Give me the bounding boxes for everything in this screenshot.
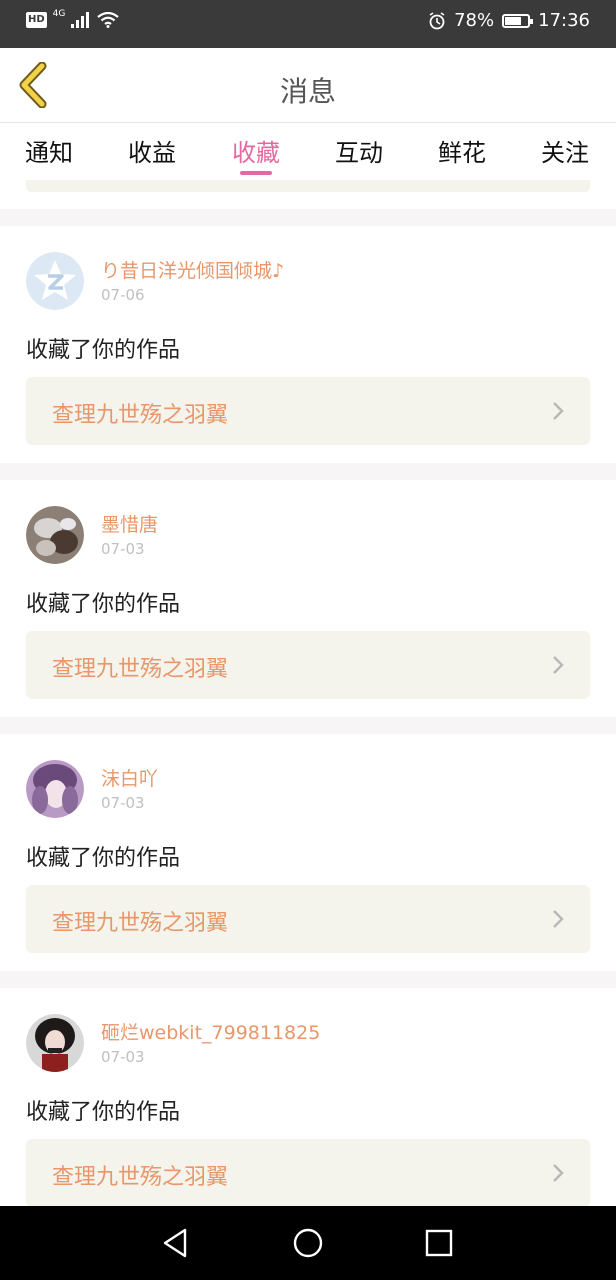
network-type: 4G xyxy=(52,9,66,19)
avatar[interactable] xyxy=(26,760,84,818)
notification-card: 砸烂webkit_799811825 07-03 收藏了你的作品 查理九世殇之羽… xyxy=(0,988,616,1225)
notification-card: り昔日洋光倾国倾城♪ 07-06 收藏了你的作品 查理九世殇之羽翼 xyxy=(0,226,616,463)
alarm-icon xyxy=(429,11,445,29)
work-title: 查理九世殇之羽翼 xyxy=(52,911,229,936)
tab-follow[interactable]: 关注 xyxy=(541,133,589,168)
chevron-right-icon xyxy=(553,910,564,928)
active-tab-indicator xyxy=(240,171,272,175)
notification-card: 沫白吖 07-03 收藏了你的作品 查理九世殇之羽翼 xyxy=(0,734,616,971)
tab-favorites[interactable]: 收藏 xyxy=(232,133,280,168)
timestamp: 07-03 xyxy=(101,794,145,812)
work-link[interactable]: 查理九世殇之羽翼 xyxy=(26,377,590,445)
chevron-right-icon xyxy=(553,656,564,674)
action-text: 收藏了你的作品 xyxy=(26,846,181,871)
user-avatar-image xyxy=(26,506,84,564)
back-triangle-icon[interactable] xyxy=(159,1226,193,1260)
default-avatar-icon xyxy=(26,252,84,310)
timestamp: 07-06 xyxy=(101,286,145,304)
app-header: 消息 xyxy=(0,48,616,123)
avatar[interactable] xyxy=(26,506,84,564)
work-link[interactable]: 查理九世殇之羽翼 xyxy=(26,631,590,699)
action-text: 收藏了你的作品 xyxy=(26,338,181,363)
work-title: 查理九世殇之羽翼 xyxy=(52,403,229,428)
hd-badge: HD xyxy=(26,12,47,28)
user-avatar-image xyxy=(26,1014,84,1072)
action-text: 收藏了你的作品 xyxy=(26,592,181,617)
work-link[interactable]: 查理九世殇之羽翼 xyxy=(26,1139,590,1207)
user-avatar-image xyxy=(26,760,84,818)
tab-interaction[interactable]: 互动 xyxy=(335,133,383,168)
signal-icon xyxy=(71,12,90,28)
chevron-right-icon xyxy=(553,402,564,420)
status-bar: HD 4G 78% 17:36 xyxy=(0,0,616,48)
work-title: 查理九世殇之羽翼 xyxy=(52,1165,229,1190)
tab-bar: 通知 收益 收藏 互动 鲜花 关注 xyxy=(0,123,616,185)
recents-square-icon[interactable] xyxy=(422,1226,456,1260)
timestamp: 07-03 xyxy=(101,540,145,558)
avatar[interactable] xyxy=(26,1014,84,1072)
battery-percent: 78% xyxy=(454,10,495,31)
tab-flowers[interactable]: 鲜花 xyxy=(438,133,486,168)
page-title: 消息 xyxy=(279,75,336,108)
wifi-icon xyxy=(97,12,120,28)
previous-work-box-edge xyxy=(26,180,590,192)
username[interactable]: り昔日洋光倾国倾城♪ xyxy=(101,256,284,283)
battery-icon xyxy=(502,13,534,28)
tab-earnings[interactable]: 收益 xyxy=(128,133,176,168)
system-nav-bar xyxy=(0,1206,616,1280)
home-circle-icon[interactable] xyxy=(291,1226,325,1260)
chevron-right-icon xyxy=(553,1164,564,1182)
work-title: 查理九世殇之羽翼 xyxy=(52,657,229,682)
username[interactable]: 墨惜唐 xyxy=(101,510,158,537)
username[interactable]: 沫白吖 xyxy=(101,764,158,791)
notification-card: 墨惜唐 07-03 收藏了你的作品 查理九世殇之羽翼 xyxy=(0,480,616,717)
timestamp: 07-03 xyxy=(101,1048,145,1066)
clock: 17:36 xyxy=(538,10,590,31)
work-link[interactable]: 查理九世殇之羽翼 xyxy=(26,885,590,953)
action-text: 收藏了你的作品 xyxy=(26,1100,181,1125)
avatar[interactable] xyxy=(26,252,84,310)
tab-notice[interactable]: 通知 xyxy=(25,133,73,168)
username[interactable]: 砸烂webkit_799811825 xyxy=(101,1018,320,1045)
